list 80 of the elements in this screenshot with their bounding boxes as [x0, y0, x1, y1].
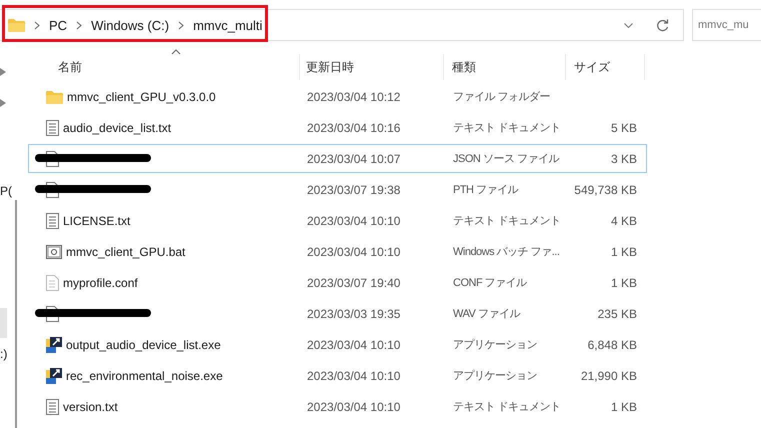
file-row[interactable]: rec_environmental_noise.exe 2023/03/04 10:10 アプリケーション 21,990 KB — [28, 361, 647, 390]
chevron-icon — [34, 20, 40, 30]
application-icon — [46, 336, 62, 352]
text-file-icon — [46, 212, 59, 228]
date-cell-text: 2023/03/07 19:38 — [306, 182, 402, 196]
file-row[interactable]: output_audio_device_list.exe 2023/03/04 10:10 アプリケーション 6,848 KB — [28, 330, 647, 359]
type-cell-text: CONF ファイル — [452, 276, 527, 290]
file-name: myprofile.conf — [63, 276, 138, 290]
file-name: version.txt — [63, 400, 118, 414]
folder-icon — [46, 90, 63, 104]
date-cell-text: 2023/03/04 10:10 — [306, 244, 402, 258]
refresh-icon[interactable] — [656, 18, 669, 32]
text-file-icon — [46, 398, 59, 414]
date-cell-text: 2023/03/04 10:10 — [306, 400, 402, 414]
file-row[interactable]: LICENSE.txt 2023/03/04 10:10 テキスト ドキュメント 4 KB — [28, 206, 647, 235]
date-cell-text: 2023/03/04 10:16 — [306, 120, 402, 134]
size-cell-text: 1 KB — [610, 400, 638, 414]
file-row[interactable]: version.txt 2023/03/04 10:10 テキスト ドキュメント 1 KB — [28, 392, 647, 421]
type-cell-text: テキスト ドキュメント — [452, 214, 561, 228]
expand-icon[interactable] — [0, 68, 6, 76]
file-row[interactable]: mmvc_client_GPU_v0.3.0.0 2023/03/04 10:12 ファイル フォルダー — [28, 82, 647, 111]
sidebar-selection — [0, 308, 7, 338]
column-header[interactable]: 種類 — [444, 54, 566, 80]
size-cell-text: 1 KB — [610, 276, 638, 290]
address-bar[interactable]: PC Windows (C:) mmvc_multi — [0, 9, 684, 41]
file-row[interactable]: mmvc_client_GPU.bat 2023/03/04 10:10 Windows バッチ ファ... 1 KB — [28, 237, 647, 266]
size-cell-text: 5 KB — [610, 120, 638, 134]
chevron-icon — [178, 20, 184, 30]
date-cell-text: 2023/03/04 10:07 — [306, 152, 402, 166]
type-cell-text: JSON ソース ファイル — [452, 152, 559, 166]
size-cell-text: 4 KB — [610, 214, 638, 228]
type-cell-text: WAV ファイル — [452, 307, 520, 321]
chevron-icon — [76, 20, 82, 30]
application-icon — [46, 368, 62, 384]
type-cell-text: Windows バッチ ファ... — [452, 245, 560, 259]
sidebar-item[interactable]: P( — [0, 184, 12, 198]
size-cell-text: 549,738 KB — [574, 182, 638, 196]
column-header[interactable]: サイズ — [566, 54, 645, 80]
date-cell-text: 2023/03/03 19:35 — [306, 306, 402, 320]
date-cell-text: 2023/03/04 10:10 — [306, 338, 402, 352]
sort-caret-icon — [171, 49, 181, 55]
file-row[interactable]: audio_device_list.txt 2023/03/04 10:16 テキスト ドキュメント 5 KB — [28, 113, 647, 142]
size-cell-text: 21,990 KB — [580, 368, 638, 382]
type-cell-text: アプリケーション — [452, 338, 537, 352]
type-cell-text: アプリケーション — [452, 368, 537, 383]
file-name: LICENSE.txt — [63, 214, 130, 228]
type-cell-text: PTH ファイル — [452, 183, 518, 197]
file-row[interactable]: 2023/03/07 19:38 PTH ファイル 549,738 KB — [28, 175, 647, 204]
date-cell-text: 2023/03/07 19:40 — [306, 276, 402, 290]
text-file-icon — [46, 120, 59, 136]
folder-icon — [8, 18, 25, 32]
file-row[interactable]: myprofile.conf 2023/03/07 19:40 CONF ファイル 1 KB — [28, 268, 647, 297]
batch-file-icon — [46, 244, 62, 258]
settings-file-icon — [46, 274, 59, 290]
column-header[interactable]: 更新日時 — [300, 54, 444, 80]
type-cell-text: テキスト ドキュメント — [452, 400, 561, 414]
breadcrumb-item[interactable]: PC — [49, 18, 68, 32]
dropdown-icon[interactable] — [624, 22, 633, 28]
size-cell-text: 6,848 KB — [588, 338, 638, 352]
search-field[interactable]: mmvc_mu — [692, 9, 761, 41]
file-name: output_audio_device_list.exe — [66, 338, 221, 352]
file-row[interactable]: 2023/03/03 19:35 WAV ファイル 235 KB — [28, 299, 647, 328]
date-cell-text: 2023/03/04 10:10 — [306, 368, 402, 382]
file-name: rec_environmental_noise.exe — [66, 368, 223, 382]
type-cell-text: ファイル フォルダー — [452, 90, 550, 104]
expand-icon[interactable] — [0, 99, 6, 107]
breadcrumb-item[interactable]: Windows (C:) — [91, 18, 170, 32]
file-name: mmvc_client_GPU.bat — [66, 244, 186, 258]
date-cell-text: 2023/03/04 10:10 — [306, 214, 402, 228]
file-name: audio_device_list.txt — [63, 120, 172, 134]
type-cell-text: テキスト ドキュメント — [452, 121, 561, 135]
column-header[interactable]: 名前 — [28, 54, 300, 80]
date-cell-text: 2023/03/04 10:12 — [306, 90, 402, 104]
size-cell-text: 235 KB — [598, 306, 638, 320]
selected-row[interactable]: 2023/03/04 10:07 JSON ソース ファイル 3 KB — [28, 144, 647, 173]
sidebar-item[interactable]: :) — [0, 347, 8, 361]
file-name: mmvc_client_GPU_v0.3.0.0 — [67, 90, 216, 104]
size-cell-text: 3 KB — [610, 152, 638, 166]
size-cell-text: 1 KB — [610, 244, 638, 258]
breadcrumb-item[interactable]: mmvc_multi — [193, 18, 262, 32]
